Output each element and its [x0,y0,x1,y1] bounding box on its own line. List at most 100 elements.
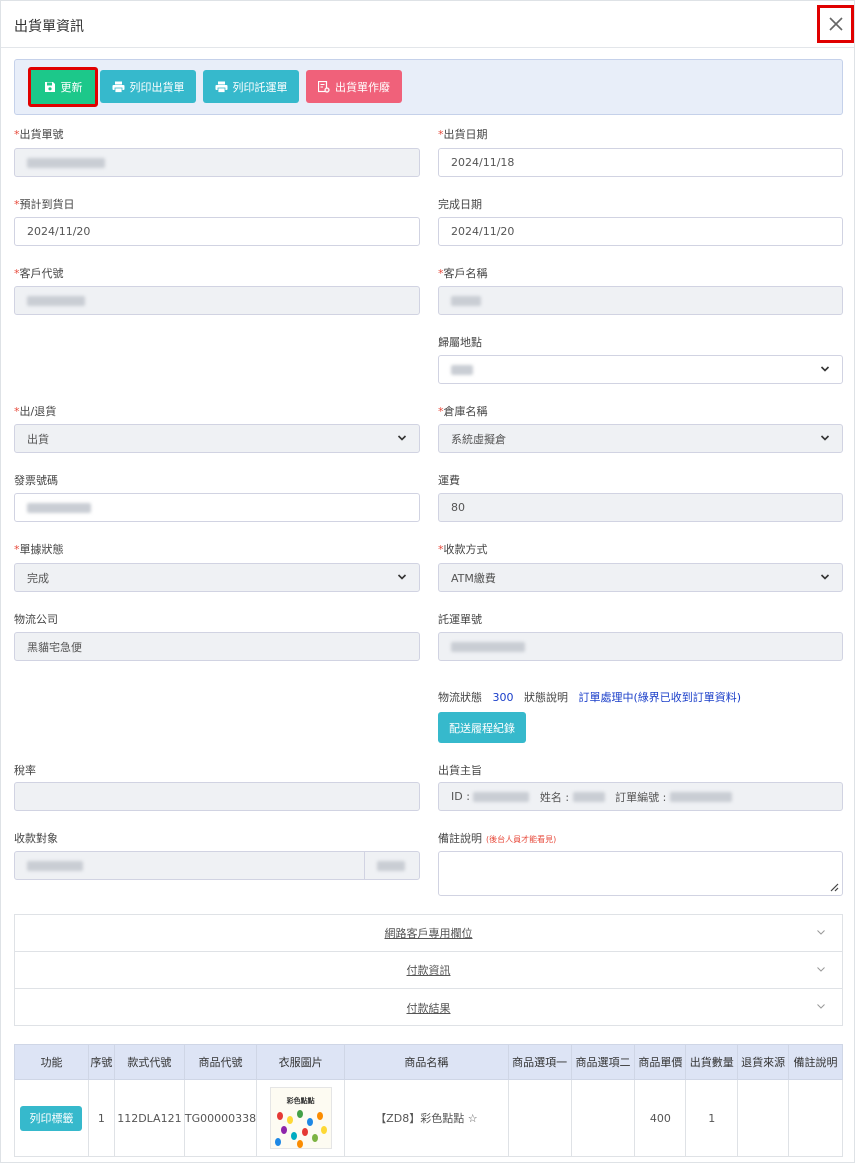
location-select[interactable] [438,355,843,384]
modal-header: 出貨單資訊 [1,1,854,48]
note-label: 備註說明 (後台人員才能看見) [438,832,557,845]
payee-field [14,851,365,880]
warehouse-select[interactable]: 系統虛擬倉 [438,424,843,453]
freight-label: 運費 [438,474,460,487]
chevron-down-icon [820,574,830,580]
column-header: 商品單價 [634,1044,687,1080]
accordion-payment-result[interactable]: 付款結果 [15,989,842,1026]
print-consignment-button[interactable]: 列印託運單 [203,70,299,103]
shipment-no-field [14,148,420,177]
logistics-label: 物流公司 [14,613,58,626]
subject-name-label: 姓名 : [539,790,570,804]
eta-input[interactable]: 2024/11/20 [14,217,420,246]
column-header: 序號 [87,1044,115,1080]
note-hint: (後台人員才能看見) [486,835,557,844]
direction-label: *出/退貨 [14,405,57,418]
logistics-status: 物流狀態 300 狀態說明 訂單處理中(綠界已收到訂單資料) [438,689,741,705]
freight-field: 80 [438,493,843,522]
product-thumbnail[interactable]: 彩色點點 [269,1087,332,1149]
print-label-button[interactable]: 列印標籤 [20,1105,83,1131]
subject-label: 出貨主旨 [438,764,482,777]
accordion-label: 付款資訊 [406,964,451,977]
column-header: 商品名稱 [344,1044,509,1080]
payee-addon [364,851,420,880]
image-cell: 彩色點點 [256,1079,346,1157]
chevron-down-icon [820,366,830,372]
table-header-row: 功能 序號 款式代號 商品代號 衣服圖片 商品名稱 商品選項一 商品選項二 商品… [14,1044,843,1080]
column-header: 商品選項二 [570,1044,636,1080]
accordion-label: 網路客戶專用欄位 [384,927,473,940]
chevron-down-icon [820,435,830,441]
accordion-payment-info[interactable]: 付款資訊 [15,952,842,989]
note-textarea[interactable] [438,851,843,896]
subject-id-label: ID : [451,790,470,803]
return-source-cell [737,1079,790,1157]
subject-field: ID : 姓名 : 訂單編號 : [438,782,843,811]
close-button[interactable] [817,5,854,43]
close-icon [828,17,843,31]
void-shipment-label: 出貨單作廢 [335,80,390,94]
resize-handle-icon [830,883,839,892]
price-cell: 400 [634,1079,687,1157]
finish-date-input[interactable]: 2024/11/20 [438,217,843,246]
print-shipment-label: 列印出貨單 [129,80,185,94]
accordion-online-customer[interactable]: 網路客戶專用欄位 [15,915,842,952]
tracking-label: 託運單號 [438,613,482,626]
column-header: 退貨來源 [737,1044,790,1080]
shipment-modal: 出貨單資訊 更新 列印出貨單 列印託運單 出貨單作廢 *出貨單號 *出貨日期 2… [0,0,855,1163]
doc-status-label: *單據狀態 [14,543,64,556]
invoice-input[interactable] [14,493,420,522]
subject-order-label: 訂單編號 : [615,790,667,804]
column-header: 出貨數量 [685,1044,739,1080]
qty-cell: 1 [685,1079,739,1157]
void-shipment-button[interactable]: 出貨單作廢 [306,70,402,103]
eta-label: *預計到貨日 [14,198,75,211]
column-header: 款式代號 [113,1044,185,1080]
chevron-down-icon [397,435,407,441]
update-button[interactable]: 更新 [28,67,98,107]
tracking-field [438,632,843,661]
printer-icon [215,81,227,93]
printer-icon [112,81,124,93]
tax-label: 稅率 [14,764,36,777]
status-desc: 訂單處理中(綠界已收到訂單資料) [578,691,742,704]
payment-select[interactable]: ATM繳費 [438,563,843,592]
customer-code-field [14,286,420,315]
product-code-cell: TG00000338 [183,1079,258,1157]
accordion-label: 付款結果 [406,1001,451,1015]
ship-date-label: *出貨日期 [438,128,488,141]
column-header: 商品代號 [183,1044,258,1080]
doc-status-select[interactable]: 完成 [14,563,420,592]
note-cell [788,1079,843,1157]
status-desc-label: 狀態說明 [524,691,568,704]
column-header: 功能 [14,1044,89,1080]
direction-select[interactable]: 出貨 [14,424,420,453]
logistics-status-code: 300 [492,691,514,704]
logistics-field: 黑貓宅急便 [14,632,420,661]
seq-cell: 1 [87,1079,115,1157]
void-document-icon [318,80,330,93]
customer-name-field [438,286,843,315]
modal-title: 出貨單資訊 [14,19,84,35]
delivery-history-button[interactable]: 配送履程紀錄 [438,712,526,743]
shipment-no-label: *出貨單號 [14,128,64,141]
column-header: 備註說明 [788,1044,843,1080]
print-shipment-button[interactable]: 列印出貨單 [100,70,196,103]
update-label: 更新 [60,81,83,94]
items-table: 功能 序號 款式代號 商品代號 衣服圖片 商品名稱 商品選項一 商品選項二 商品… [14,1044,843,1157]
chevron-down-icon [397,574,407,580]
column-header: 衣服圖片 [256,1044,346,1080]
customer-name-label: *客戶名稱 [438,267,488,280]
print-consignment-label: 列印託運單 [232,80,288,94]
save-icon [44,82,55,92]
name-cell: 【ZD8】彩色點點 ☆ [344,1079,509,1157]
location-label: 歸屬地點 [438,336,482,349]
tax-field [14,782,420,811]
ship-date-input[interactable]: 2024/11/18 [438,148,843,177]
chevron-down-icon [817,930,825,935]
accordion: 網路客戶專用欄位 付款資訊 付款結果 [14,914,843,1026]
finish-date-label: 完成日期 [438,198,482,211]
style-code-cell: 112DLA121 [113,1079,185,1157]
customer-code-label: *客戶代號 [14,267,64,280]
invoice-label: 發票號碼 [14,474,58,487]
